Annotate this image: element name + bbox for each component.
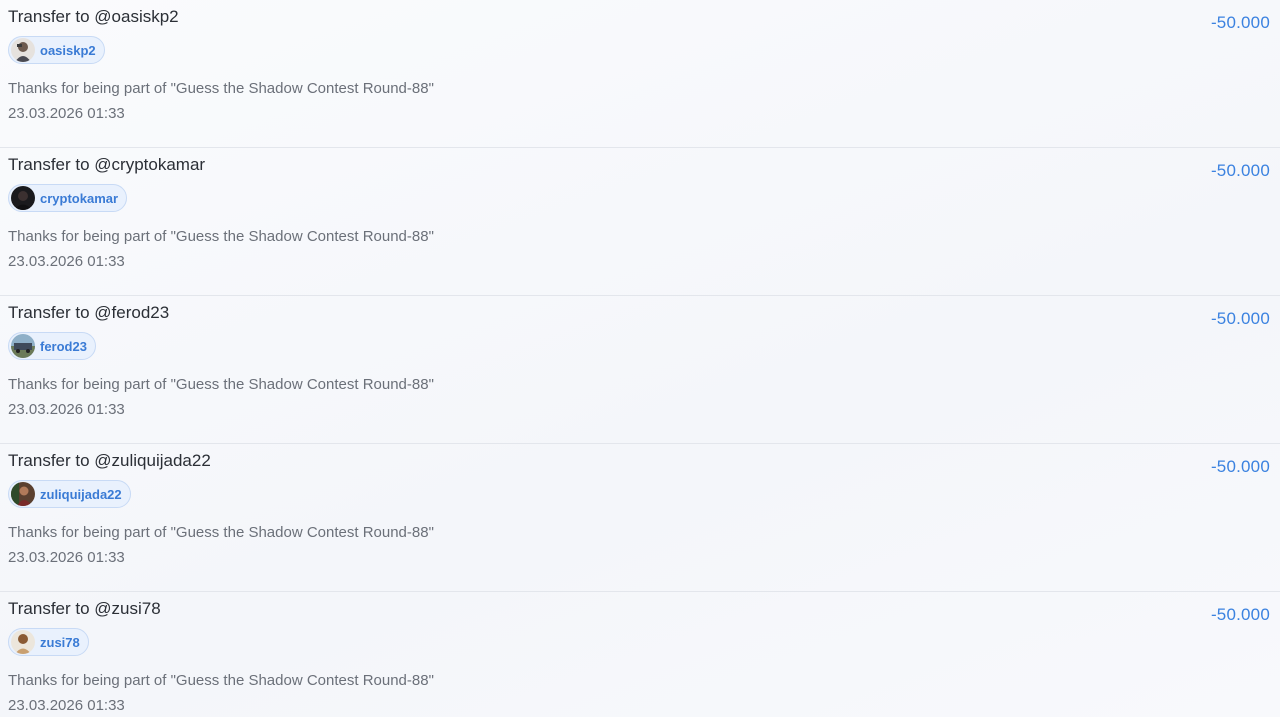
transaction-memo: Thanks for being part of "Guess the Shad… — [8, 672, 434, 689]
user-chip-name: cryptokamar — [40, 190, 119, 206]
user-chip[interactable]: cryptokamar — [8, 184, 128, 212]
transaction-memo: Thanks for being part of "Guess the Shad… — [8, 524, 434, 541]
user-chip-name: oasiskp2 — [40, 42, 96, 58]
user-chip[interactable]: oasiskp2 — [8, 36, 105, 64]
transaction-title: Transfer to @oasiskp2 — [8, 7, 179, 26]
transaction-row: Transfer to @cryptokamar -50.000 cryptok… — [0, 148, 1280, 296]
transaction-amount: -50.000 — [1210, 13, 1270, 32]
transaction-date: 23.03.2026 01:33 — [8, 401, 125, 418]
user-avatar-icon — [11, 186, 35, 210]
user-chip-name: ferod23 — [40, 338, 87, 354]
transaction-title: Transfer to @cryptokamar — [8, 155, 206, 174]
transaction-date: 23.03.2026 01:33 — [8, 105, 125, 122]
user-chip[interactable]: zusi78 — [8, 628, 89, 656]
user-chip-name: zusi78 — [40, 634, 80, 650]
user-avatar-icon — [11, 630, 35, 654]
transaction-memo: Thanks for being part of "Guess the Shad… — [8, 80, 434, 97]
transaction-memo: Thanks for being part of "Guess the Shad… — [8, 228, 434, 245]
transaction-title: Transfer to @ferod23 — [8, 303, 170, 322]
transaction-amount: -50.000 — [1210, 605, 1270, 624]
transaction-date: 23.03.2026 01:33 — [8, 549, 125, 566]
transaction-row: Transfer to @oasiskp2 -50.000 oasiskp2 T… — [0, 0, 1280, 148]
transaction-amount: -50.000 — [1210, 457, 1270, 476]
transaction-row: Transfer to @ferod23 -50.000 ferod23 Tha… — [0, 296, 1280, 444]
transaction-title: Transfer to @zuliquijada22 — [8, 451, 211, 470]
transaction-amount: -50.000 — [1210, 309, 1270, 328]
user-chip[interactable]: zuliquijada22 — [8, 480, 131, 508]
user-avatar-icon — [11, 38, 35, 62]
transaction-amount: -50.000 — [1210, 161, 1270, 180]
transaction-row: Transfer to @zuliquijada22 -50.000 zuliq… — [0, 444, 1280, 592]
transaction-list: Transfer to @oasiskp2 -50.000 oasiskp2 T… — [0, 0, 1280, 717]
user-chip-name: zuliquijada22 — [40, 486, 122, 502]
transaction-date: 23.03.2026 01:33 — [8, 697, 125, 714]
user-chip[interactable]: ferod23 — [8, 332, 96, 360]
transaction-date: 23.03.2026 01:33 — [8, 253, 125, 270]
user-avatar-icon — [11, 334, 35, 358]
transaction-title: Transfer to @zusi78 — [8, 599, 161, 618]
transaction-memo: Thanks for being part of "Guess the Shad… — [8, 376, 434, 393]
transaction-row: Transfer to @zusi78 -50.000 zusi78 Thank… — [0, 592, 1280, 717]
user-avatar-icon — [11, 482, 35, 506]
